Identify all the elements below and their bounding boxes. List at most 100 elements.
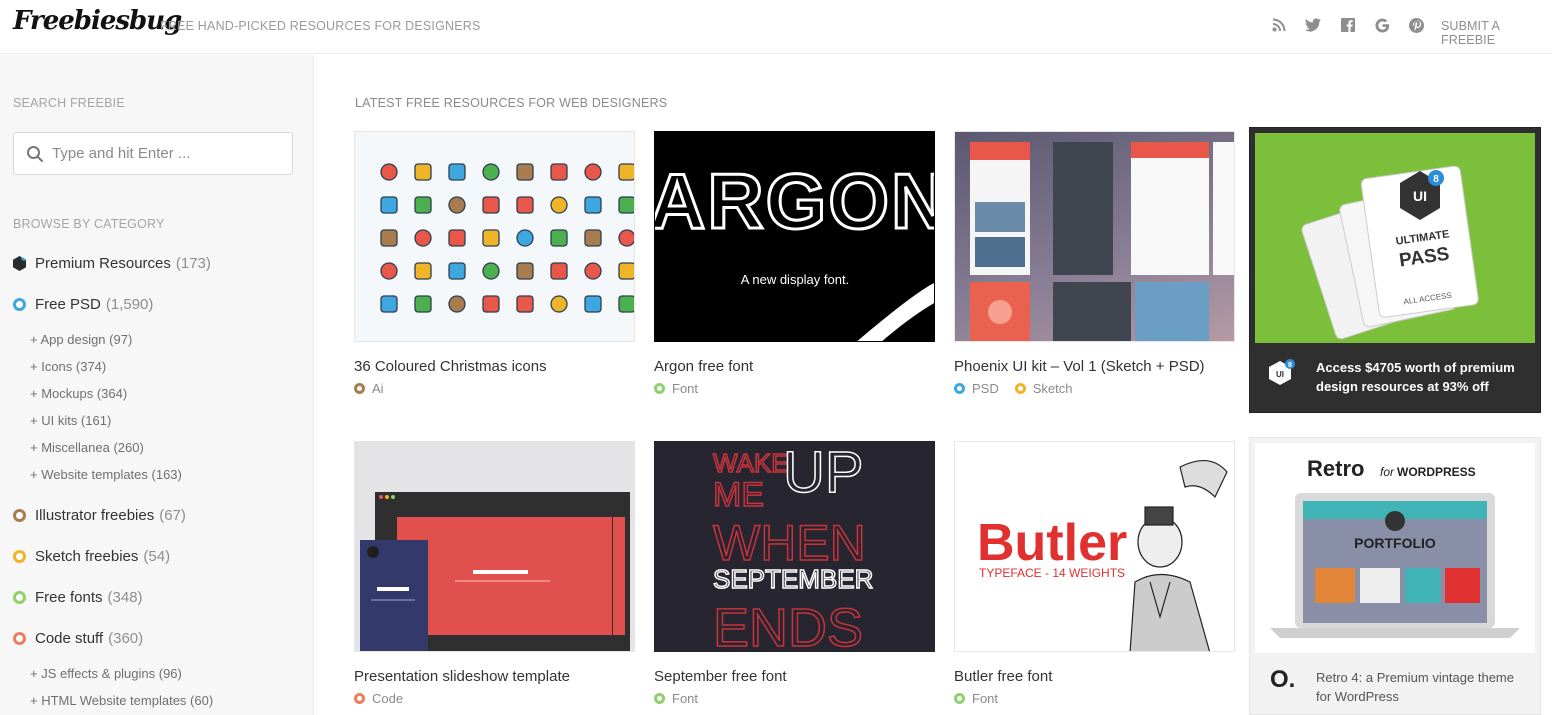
- svg-text:8: 8: [1433, 174, 1439, 185]
- argon-caption: A new display font.: [741, 272, 849, 287]
- ad-retro-wordpress[interactable]: Retro for WORDPRESS PORTFOLIO O. Retro 4…: [1249, 437, 1541, 715]
- christmas-icon: [618, 196, 634, 214]
- phoenix-ui-preview: [970, 142, 1234, 341]
- tag-font[interactable]: Font: [654, 691, 698, 706]
- category-label: Sketch freebies: [35, 548, 139, 565]
- tag-label: Font: [672, 691, 699, 706]
- ultimate-pass-tickets: 8 UI ULTIMATE PASS ALL ACCESS: [1301, 165, 1479, 340]
- resource-card[interactable]: Phoenix UI kit – Vol 1 (Sketch + PSD) PS…: [954, 131, 1235, 396]
- christmas-icon: [584, 262, 602, 280]
- christmas-icon: [448, 295, 466, 313]
- category-free-fonts[interactable]: Free fonts (348): [13, 589, 143, 606]
- rss-icon[interactable]: [1268, 14, 1290, 36]
- ad-ui8-ultimate-pass[interactable]: 8 UI ULTIMATE PASS ALL ACCESS UI 8 Acces…: [1249, 127, 1541, 413]
- tag-label: Sketch: [1032, 381, 1073, 396]
- christmas-icon: [584, 295, 602, 313]
- category-code-stuff[interactable]: Code stuff (360): [13, 630, 143, 647]
- search-icon: [27, 146, 43, 162]
- tag-label: Font: [672, 381, 699, 396]
- pinterest-icon[interactable]: [1405, 14, 1427, 36]
- subcategory-ui-kits[interactable]: + UI kits (161): [30, 413, 111, 428]
- christmas-icon: [482, 163, 500, 181]
- retro-wordpress: WORDPRESS: [1397, 465, 1476, 479]
- font-line-me: ME: [713, 476, 764, 514]
- twitter-icon[interactable]: [1302, 14, 1324, 36]
- ad-text[interactable]: Access $4705 worth of premium design res…: [1316, 358, 1526, 396]
- category-dot-icon: [13, 591, 26, 604]
- card-thumbnail[interactable]: [354, 441, 635, 652]
- tag-dot-icon: [954, 383, 965, 394]
- ad-artwork[interactable]: Retro for WORDPRESS PORTFOLIO: [1255, 443, 1535, 653]
- resource-card[interactable]: ARGON A new display font. Argon free fon…: [654, 131, 935, 396]
- card-tags: Code: [354, 691, 635, 706]
- ad-text[interactable]: Retro 4: a Premium vintage theme for Wor…: [1316, 668, 1526, 706]
- subcategory-html-templates[interactable]: + HTML Website templates (60): [30, 693, 213, 708]
- tag-code[interactable]: Code: [354, 691, 403, 706]
- search-input[interactable]: [52, 133, 288, 174]
- tag-label: Ai: [372, 381, 384, 396]
- card-title[interactable]: Argon free font: [654, 358, 935, 375]
- category-dot-icon: [13, 298, 26, 311]
- resource-card[interactable]: WAKE UP ME WHEN SEPTEMBER ENDS September…: [654, 441, 935, 706]
- card-title[interactable]: Presentation slideshow template: [354, 668, 635, 685]
- category-count: (360): [108, 630, 144, 647]
- christmas-icon: [414, 196, 432, 214]
- subcategory-js-effects[interactable]: + JS effects & plugins (96): [30, 666, 182, 681]
- resource-card[interactable]: Butler TYPEFACE - 14 WEIGHTS Butler free…: [954, 441, 1235, 706]
- subcategory-mockups[interactable]: + Mockups (364): [30, 386, 127, 401]
- christmas-icon: [550, 163, 568, 181]
- category-free-psd[interactable]: Free PSD (1,590): [13, 296, 153, 313]
- category-count: (1,590): [105, 296, 154, 313]
- subcategory-app-design[interactable]: + App design (97): [30, 332, 132, 347]
- subcategory-icons[interactable]: + Icons (374): [30, 359, 106, 374]
- card-title[interactable]: Butler free font: [954, 668, 1235, 685]
- category-premium-resources[interactable]: Premium Resources (173): [13, 255, 211, 272]
- tag-psd[interactable]: PSD: [954, 381, 999, 396]
- google-icon[interactable]: [1371, 14, 1393, 36]
- resource-card[interactable]: 36 Coloured Christmas icons Ai: [354, 131, 635, 396]
- tag-ai[interactable]: Ai: [354, 381, 384, 396]
- christmas-icon: [618, 262, 634, 280]
- card-thumbnail[interactable]: WAKE UP ME WHEN SEPTEMBER ENDS: [654, 441, 935, 652]
- card-thumbnail[interactable]: ARGON A new display font.: [654, 131, 935, 342]
- christmas-icon: [618, 295, 634, 313]
- category-dot-icon: [13, 509, 26, 522]
- svg-text:UI: UI: [1276, 370, 1284, 379]
- card-title[interactable]: 36 Coloured Christmas icons: [354, 358, 635, 375]
- tag-sketch[interactable]: Sketch: [1014, 381, 1073, 396]
- card-tags: Font: [654, 381, 935, 396]
- site-header: Freebiesbug FREE HAND-PICKED RESOURCES F…: [0, 0, 1552, 54]
- category-sketch[interactable]: Sketch freebies (54): [13, 548, 170, 565]
- resource-card[interactable]: Presentation slideshow template Code: [354, 441, 635, 706]
- tag-font[interactable]: Font: [954, 691, 998, 706]
- christmas-icon: [550, 262, 568, 280]
- browse-heading: BROWSE BY CATEGORY: [13, 217, 165, 231]
- submit-freebie-link[interactable]: SUBMIT A FREEBIE: [1441, 19, 1552, 47]
- christmas-icon: [482, 229, 500, 247]
- ad-artwork[interactable]: 8 UI ULTIMATE PASS ALL ACCESS: [1255, 133, 1535, 343]
- christmas-icon: [380, 196, 398, 214]
- card-thumbnail[interactable]: Butler TYPEFACE - 14 WEIGHTS: [954, 441, 1235, 652]
- search-box[interactable]: [13, 132, 293, 175]
- tag-font[interactable]: Font: [654, 381, 698, 396]
- card-title[interactable]: Phoenix UI kit – Vol 1 (Sketch + PSD): [954, 358, 1235, 375]
- tag-dot-icon: [654, 693, 665, 704]
- ui8-logo-icon: UI 8: [1269, 359, 1295, 385]
- category-label: Code stuff: [35, 630, 104, 647]
- category-label: Free PSD: [35, 296, 101, 313]
- facebook-icon[interactable]: [1337, 14, 1359, 36]
- christmas-icon: [550, 196, 568, 214]
- christmas-icon: [584, 163, 602, 181]
- category-illustrator[interactable]: Illustrator freebies (67): [13, 507, 186, 524]
- category-count: (173): [175, 255, 211, 272]
- card-thumbnail[interactable]: [954, 131, 1235, 342]
- card-thumbnail[interactable]: [354, 131, 635, 342]
- subcategory-miscellanea[interactable]: + Miscellanea (260): [30, 440, 144, 455]
- christmas-icon: [414, 229, 432, 247]
- subcategory-website-templates[interactable]: + Website templates (163): [30, 467, 182, 482]
- christmas-icon: [516, 295, 534, 313]
- site-logo[interactable]: Freebiesbug: [13, 6, 182, 36]
- christmas-icon: [550, 229, 568, 247]
- slideshow-preview: [360, 492, 630, 651]
- card-title[interactable]: September free font: [654, 668, 935, 685]
